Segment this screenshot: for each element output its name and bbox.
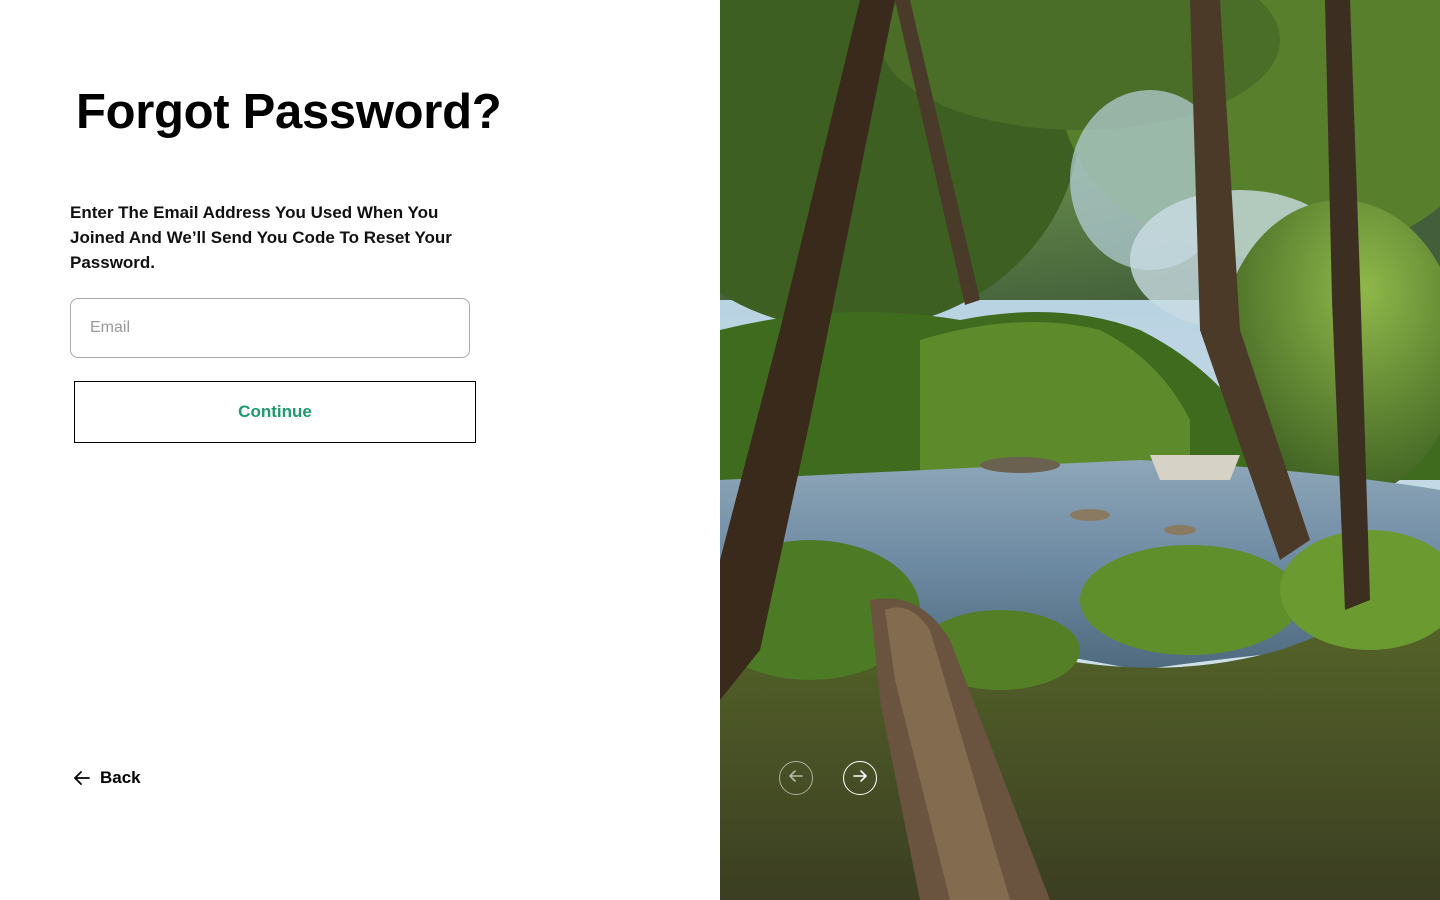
email-field[interactable] <box>70 298 470 358</box>
back-label: Back <box>100 768 141 787</box>
carousel-next-button[interactable] <box>843 761 877 795</box>
arrow-left-icon <box>787 767 805 790</box>
arrow-left-icon <box>72 768 92 788</box>
hero-image-panel <box>720 0 1440 900</box>
forgot-password-page: Forgot Password? Enter The Email Address… <box>0 0 1440 900</box>
page-title: Forgot Password? <box>76 85 502 139</box>
carousel-prev-button[interactable] <box>779 761 813 795</box>
form-panel: Forgot Password? Enter The Email Address… <box>0 0 720 900</box>
back-link[interactable]: Back <box>72 766 141 790</box>
arrow-right-icon <box>851 767 869 790</box>
continue-button[interactable]: Continue <box>74 381 476 443</box>
instructions-text: Enter The Email Address You Used When Yo… <box>70 203 452 272</box>
forest-river-image <box>720 0 1440 900</box>
